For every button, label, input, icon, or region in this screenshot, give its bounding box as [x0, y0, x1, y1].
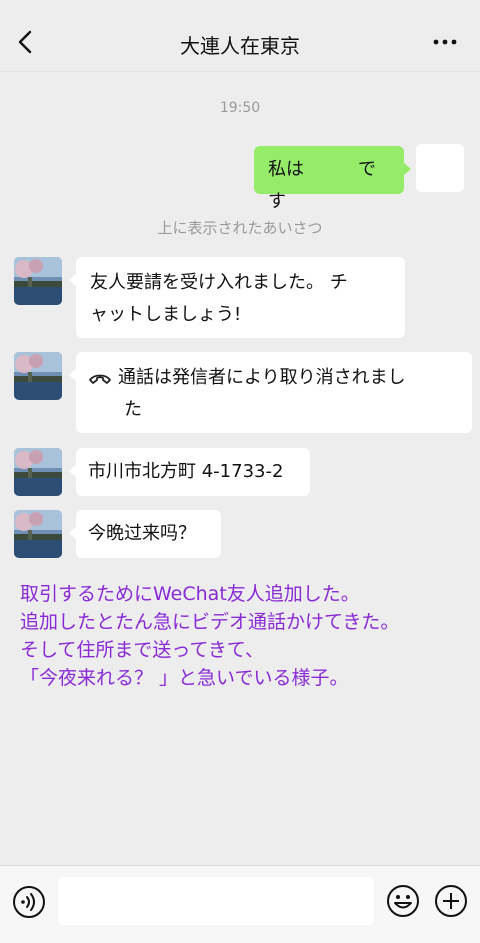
greeting-line-2: ャットしましょう! [90, 304, 242, 325]
chat-title: 大連人在東京 [180, 34, 300, 58]
message-timestamp: 19:50 [219, 100, 261, 116]
plus-icon[interactable] [434, 884, 468, 918]
contact-avatar[interactable] [14, 510, 62, 558]
address-text: 市川市北方町 4-1733-2 [88, 461, 284, 482]
annotation-line-4: 「今夜来れる？ 」と急いでいる様子。 [20, 667, 349, 689]
message-input[interactable] [58, 877, 374, 925]
call-notice-line-1: 通話は発信者により取り消されまし [118, 367, 406, 388]
outgoing-message-text: 私は です [268, 159, 376, 212]
input-bar [0, 865, 480, 943]
question-text: 今晩过来吗？ [88, 523, 196, 544]
greeting-line-1: 友人要請を受け入れました。 チ [90, 272, 348, 293]
annotation-line-2: 追加したとたん急にビデオ通話かけてきた。 [20, 611, 400, 633]
more-dots-icon[interactable] [432, 36, 458, 48]
incoming-message-greeting[interactable]: 友人要請を受け入れました。 チ ャットしましょう! [69, 257, 405, 338]
outgoing-message[interactable]: 私は です [254, 146, 411, 212]
contact-avatar[interactable] [14, 448, 62, 496]
contact-avatar[interactable] [14, 352, 62, 400]
call-notice-line-2: た [124, 399, 142, 420]
incoming-message-question[interactable]: 今晩过来吗？ [69, 510, 221, 558]
system-note: 上に表示されたあいさつ [157, 219, 323, 237]
incoming-call-notice[interactable]: 通話は発信者により取り消されまし た [69, 352, 472, 433]
annotation-line-1: 取引するためにWeChat友人追加した。 [20, 583, 360, 605]
chat-header: 大連人在東京 [0, 0, 480, 72]
self-avatar[interactable] [416, 144, 464, 192]
contact-avatar[interactable] [14, 257, 62, 305]
annotation-line-3: そして住所まで送ってきて、 [20, 639, 264, 661]
voice-input-icon[interactable] [12, 885, 46, 919]
phone-hangup-icon [89, 374, 111, 384]
incoming-message-address[interactable]: 市川市北方町 4-1733-2 [69, 448, 310, 496]
emoji-icon[interactable] [386, 884, 420, 918]
annotation-caption: 取引するためにWeChat友人追加した。 追加したとたん急にビデオ通話かけてきた… [20, 580, 470, 692]
